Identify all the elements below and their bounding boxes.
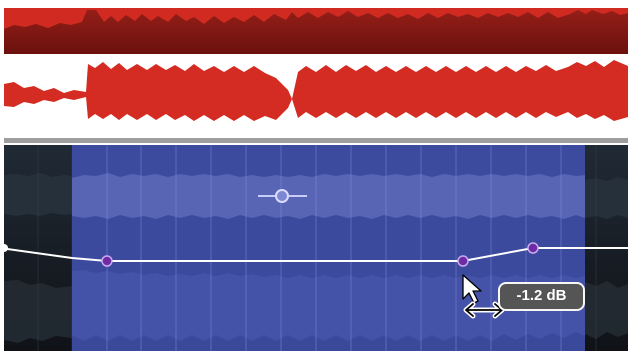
bottom-track-waveform-right — [585, 177, 628, 219]
gain-tooltip — [498, 282, 585, 311]
selection-region[interactable] — [72, 145, 585, 351]
gain-handle-icon — [275, 189, 289, 203]
gain-tooltip-box — [498, 282, 585, 311]
audio-editor-svg — [0, 0, 628, 351]
audio-editor-canvas[interactable]: -1.2 dB — [0, 0, 628, 351]
gain-node-3[interactable] — [527, 242, 539, 254]
bottom-track-waveform-right-lower — [585, 281, 628, 339]
gain-node-1[interactable] — [101, 255, 113, 267]
left-edge-node[interactable] — [0, 244, 8, 252]
track-divider — [4, 138, 628, 143]
selection-upper-waveform — [72, 173, 585, 219]
gain-node-2[interactable] — [457, 255, 469, 267]
